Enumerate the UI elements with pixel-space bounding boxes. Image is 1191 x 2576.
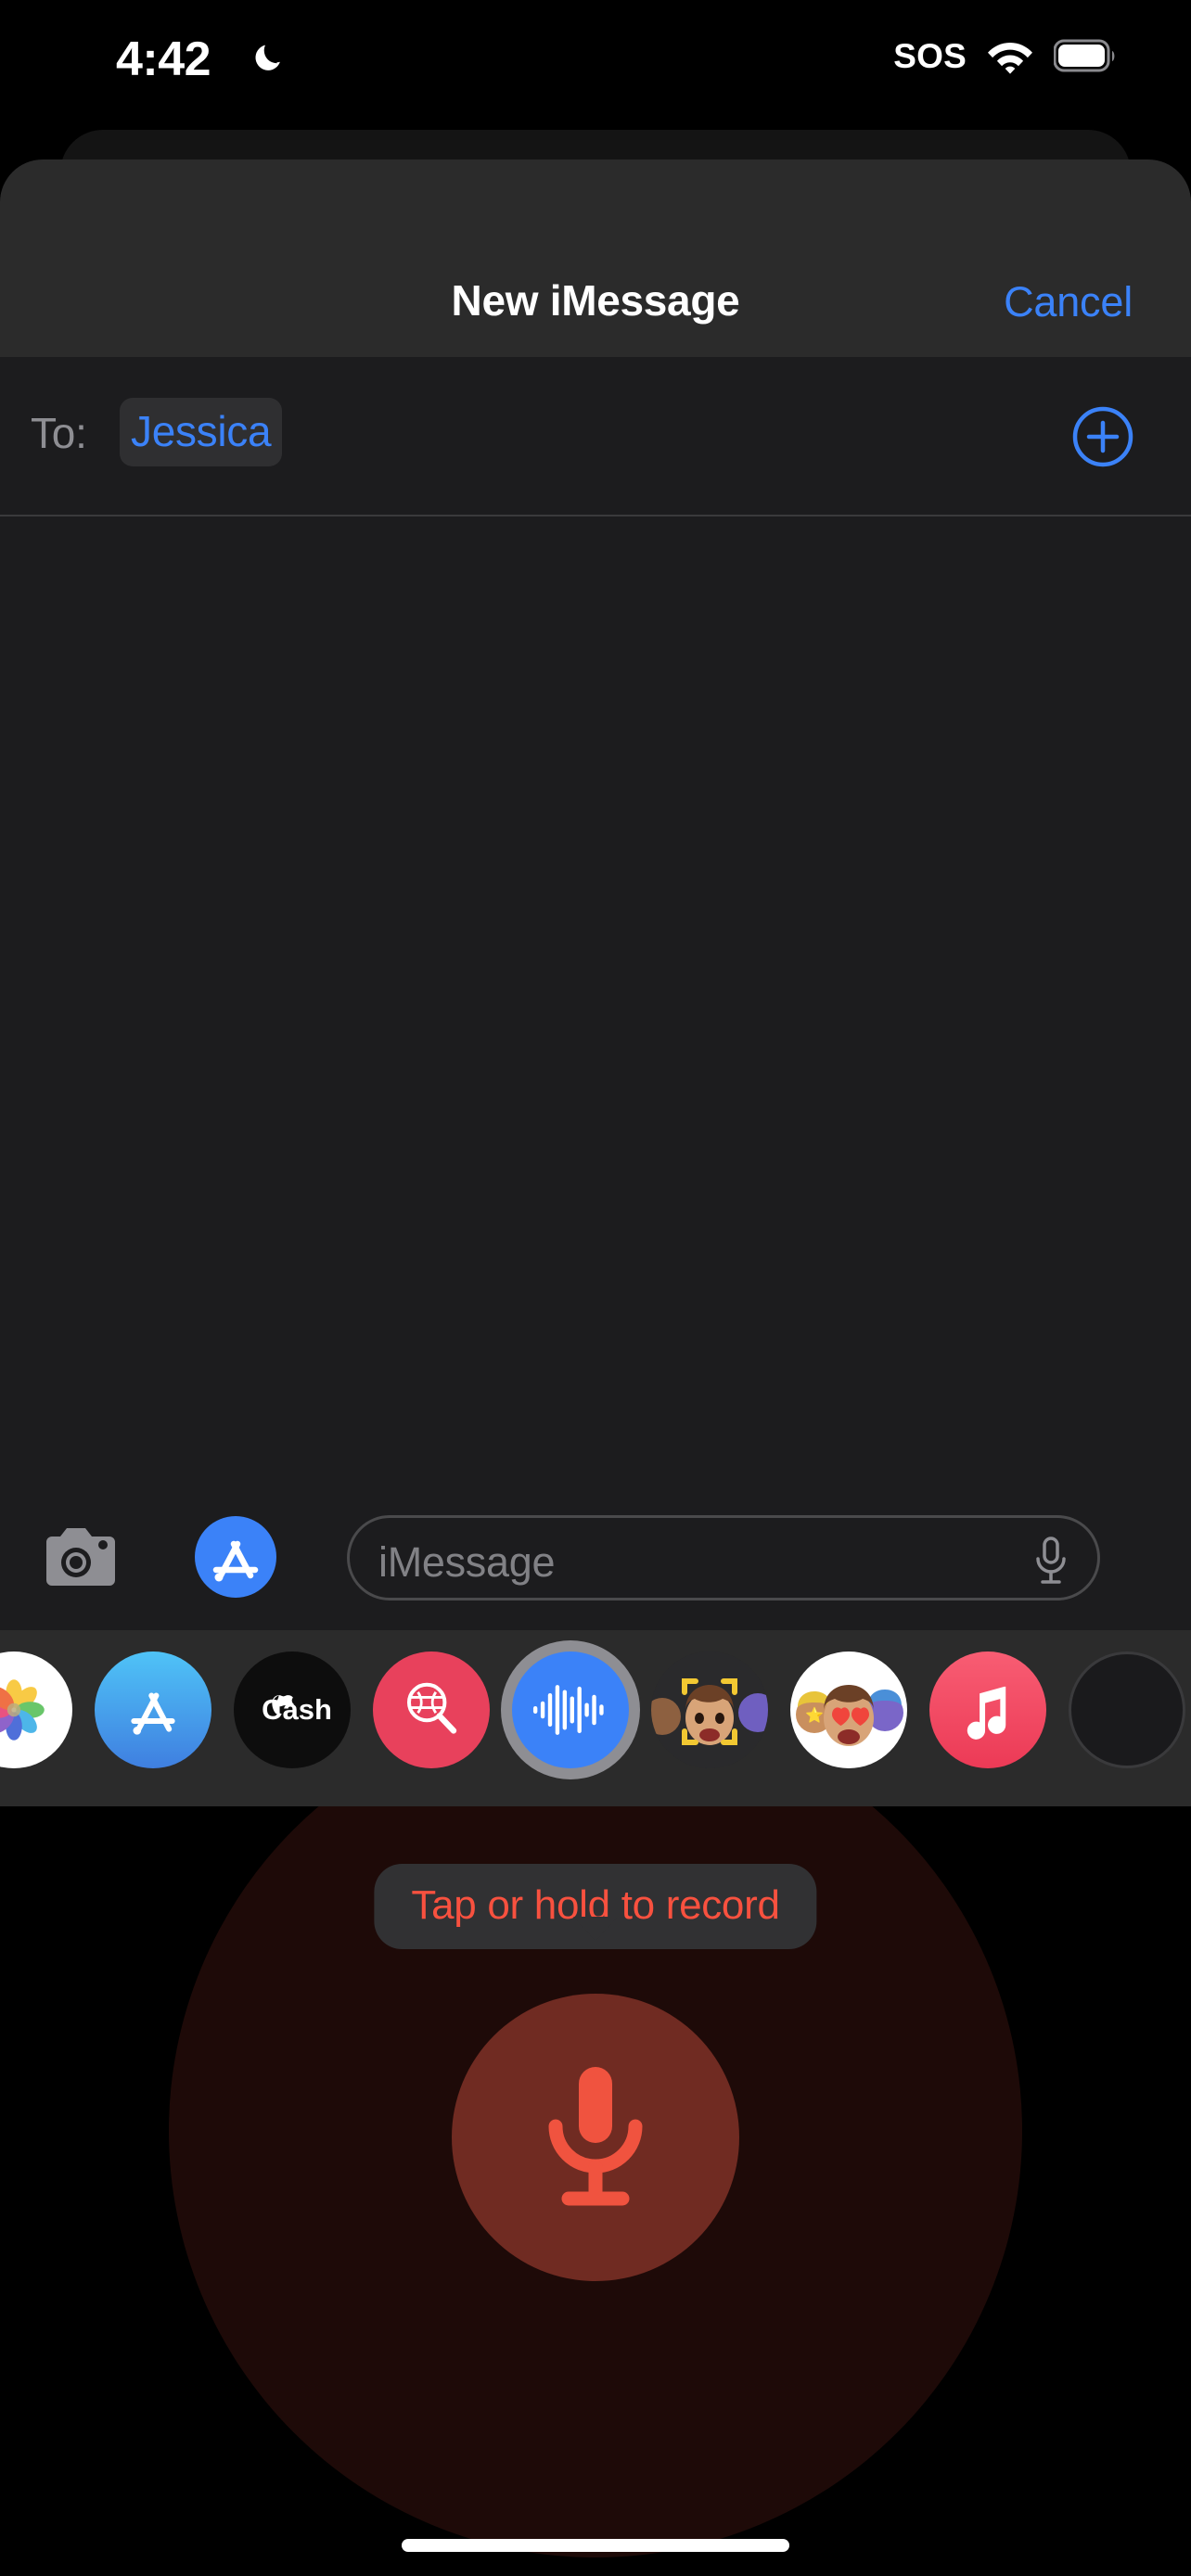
app-icon-memoji-stickers[interactable]: ⭐ [790,1651,907,1768]
app-icon-more[interactable] [1069,1651,1185,1768]
app-icon-music[interactable] [929,1651,1046,1768]
camera-icon[interactable] [45,1523,117,1589]
microphone-icon[interactable] [1031,1535,1071,1588]
hash-images-icon [407,1682,457,1734]
photos-icon [0,1679,45,1741]
sos-indicator: SOS [893,36,967,75]
recipient-token-jessica[interactable]: Jessica [120,398,283,466]
navigation-bar: New iMessage Cancel [0,159,1191,357]
home-indicator[interactable] [402,2539,789,2552]
drawer-handle-area [0,1793,1191,1806]
app-drawer-row[interactable]: Cash ⭐ [0,1640,1185,1779]
microphone-icon [548,2067,643,2206]
apple-cash-label: Cash [262,1693,332,1726]
to-label: To: [31,409,87,457]
new-message-sheet: New iMessage Cancel To: Jessica iMessage… [0,159,1191,1806]
crescent-moon-icon [255,45,280,70]
music-note-icon [967,1686,1006,1740]
plus-circle-icon[interactable] [1072,406,1133,467]
svg-text:⭐: ⭐ [805,1706,824,1724]
app-store-icon [131,1692,175,1735]
message-input-field[interactable]: iMessage [347,1515,1100,1600]
app-icon-apple-cash[interactable]: Cash [234,1651,351,1768]
cancel-button[interactable]: Cancel [1004,278,1133,326]
app-drawer: Cash ⭐ [0,1630,1191,1806]
recipient-field[interactable]: To: Jessica [0,357,1191,516]
memoji-camera-icon [651,1651,768,1768]
status-bar: 4:42 SOS [0,0,1191,107]
conversation-area [0,516,1191,1486]
battery-full-icon [1054,39,1115,72]
app-icon-app-store[interactable] [95,1651,211,1768]
record-tooltip-tail [573,1917,618,1941]
apple-cash-icon: Cash [262,1693,332,1726]
wifi-icon [988,43,1032,74]
iphone-screen: 4:42 SOS New iMessage Cancel To: Jessica… [0,0,1191,2576]
status-bar-right: SOS [893,37,1119,74]
message-input-bar: iMessage [0,1486,1191,1630]
app-icon-memoji-camera[interactable] [651,1651,768,1768]
app-icon-audio[interactable] [501,1640,640,1779]
message-placeholder: iMessage [378,1538,556,1586]
status-time: 4:42 [116,32,211,86]
memoji-stickers-icon: ⭐ [796,1685,903,1746]
audio-waveform-icon [532,1685,604,1735]
app-icon-photos[interactable] [0,1651,72,1768]
app-store-icon[interactable] [191,1516,280,1598]
audio-record-panel: Tap or hold to record [0,1806,1191,2576]
record-button[interactable] [452,1994,739,2281]
app-icon-images[interactable] [373,1651,490,1768]
